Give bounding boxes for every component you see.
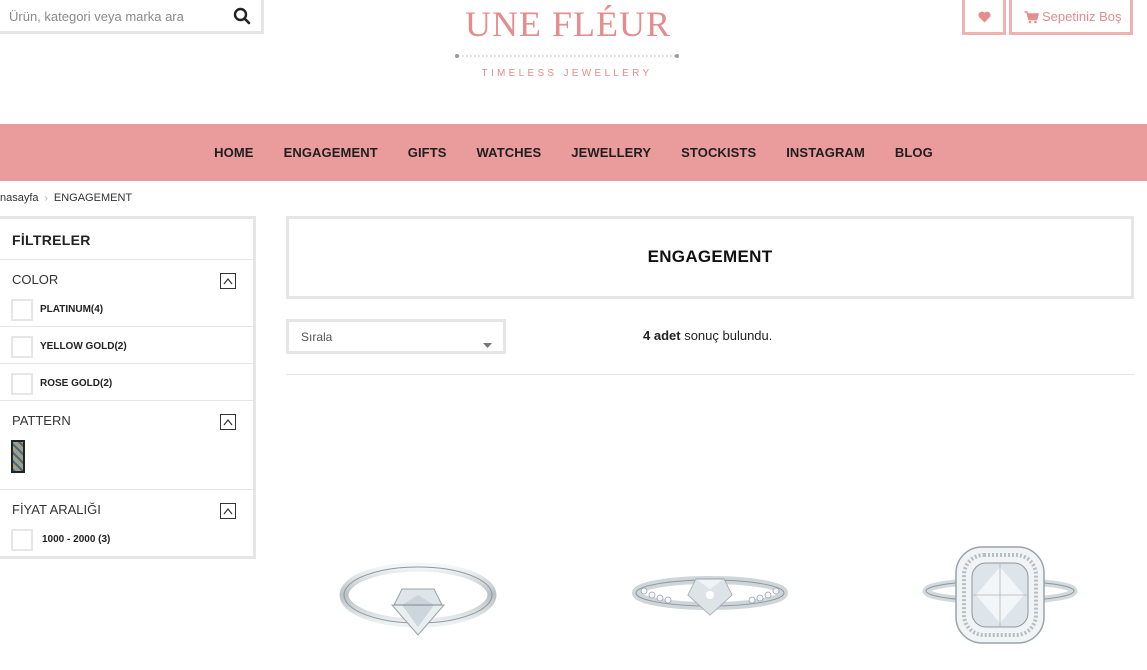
checkbox-platinum[interactable] [11, 299, 33, 321]
search-icon[interactable] [233, 7, 251, 25]
filter-color-label: COLOR [12, 272, 59, 287]
filter-option-label: ROSE GOLD(2) [40, 378, 113, 389]
results-count: 4 adet sonuç bulundu. [643, 328, 772, 343]
search-box[interactable] [0, 0, 264, 34]
nav-item-jewellery[interactable]: JEWELLERY [571, 145, 651, 160]
logo-divider [455, 54, 679, 58]
collapse-color-toggle[interactable] [220, 273, 236, 289]
filters-title: FİLTRELER [12, 232, 91, 248]
collapse-price-toggle[interactable] [220, 503, 236, 519]
brand-tagline: TIMELESS JEWELLERY [481, 68, 653, 79]
nav-item-watches[interactable]: WATCHES [477, 145, 542, 160]
product-card[interactable] [868, 455, 1128, 670]
filter-price-label: FİYAT ARALIĞI [12, 502, 101, 517]
nav-item-gifts[interactable]: GIFTS [408, 145, 447, 160]
results-number: 4 adet [643, 328, 681, 343]
breadcrumb: nasayfa › ENGAGEMENT [0, 192, 132, 204]
filter-option-label: PLATINUM(4) [40, 304, 104, 315]
nav-item-blog[interactable]: BLOG [895, 145, 933, 160]
divider [0, 363, 253, 364]
sort-label: Sırala [301, 330, 333, 344]
product-card[interactable] [578, 455, 838, 670]
chevron-up-icon [223, 419, 233, 426]
divider [286, 374, 1134, 375]
chevron-up-icon [223, 508, 233, 515]
cart-label: Sepetiniz Boş [1042, 9, 1122, 24]
results-text: sonuç bulundu. [680, 328, 773, 343]
search-input[interactable] [9, 5, 224, 27]
chevron-up-icon [223, 278, 233, 285]
breadcrumb-current: ENGAGEMENT [53, 192, 133, 204]
filter-option-label: 1000 - 2000 (3) [42, 534, 111, 545]
divider [0, 259, 253, 260]
chevron-right-icon: › [44, 192, 48, 204]
filters-panel: FİLTRELER COLOR PLATINUM(4) YELLOW GOLD(… [0, 216, 256, 559]
divider [0, 489, 253, 490]
nav-item-instagram[interactable]: INSTAGRAM [786, 145, 865, 160]
wishlist-button[interactable] [962, 0, 1006, 35]
breadcrumb-home[interactable]: nasayfa [0, 192, 39, 204]
collapse-pattern-toggle[interactable] [220, 414, 236, 430]
halo-cushion-ring-image [922, 546, 1078, 644]
nav-item-stockists[interactable]: STOCKISTS [681, 145, 756, 160]
sort-select[interactable]: Sırala [286, 319, 506, 354]
caret-down-icon [483, 335, 492, 353]
solitaire-ring-image [339, 562, 497, 636]
checkbox-yellow-gold[interactable] [11, 336, 33, 358]
cart-icon [1024, 11, 1040, 27]
brand-name: UNE FLÉUR [465, 4, 671, 44]
checkbox-price-1000-2000[interactable] [11, 529, 33, 551]
main-nav: HOME ENGAGEMENT GIFTS WATCHES JEWELLERY … [0, 124, 1147, 181]
filter-pattern-label: PATTERN [12, 413, 71, 428]
cart-button[interactable]: Sepetiniz Boş [1009, 0, 1133, 35]
divider [0, 326, 253, 327]
product-card[interactable] [290, 455, 550, 670]
filter-option-label: YELLOW GOLD(2) [40, 341, 127, 352]
channel-set-ring-image [632, 576, 788, 616]
category-header: ENGAGEMENT [286, 216, 1134, 299]
pattern-swatch[interactable] [11, 440, 25, 473]
nav-item-home[interactable]: HOME [214, 145, 253, 160]
brand-logo[interactable]: UNE FLÉUR TIMELESS JEWELLERY [452, 0, 684, 90]
heart-icon [978, 10, 991, 28]
divider [0, 400, 253, 401]
nav-item-engagement[interactable]: ENGAGEMENT [284, 145, 378, 160]
page-title: ENGAGEMENT [647, 247, 773, 266]
checkbox-rose-gold[interactable] [11, 373, 33, 395]
